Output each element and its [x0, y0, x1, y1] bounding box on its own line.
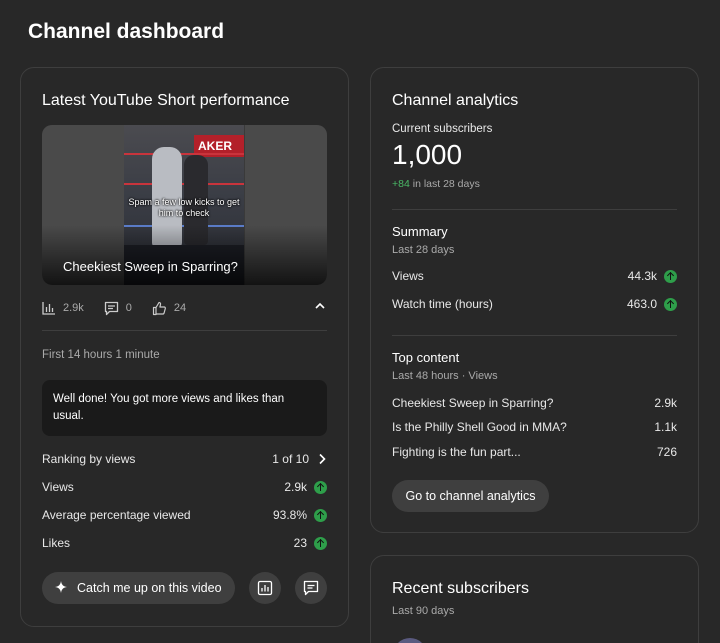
likes-stat: 24	[152, 301, 186, 316]
short-stats: 2.9k 0 24	[42, 297, 327, 319]
summary-period: Last 28 days	[392, 244, 455, 256]
subscribers-count: 1,000	[392, 139, 463, 170]
trend-up-icon	[314, 480, 327, 494]
subscribers-period: Last 90 days	[392, 605, 455, 617]
analytics-icon	[257, 580, 273, 596]
analytics-icon-button[interactable]	[249, 572, 281, 604]
chevron-right-icon	[319, 453, 326, 465]
avg-viewed-row: Average percentage viewed 93.8%	[42, 506, 327, 524]
comments-count: 0	[125, 302, 132, 314]
top-content-item[interactable]: Fighting is the fun part... 726	[392, 443, 677, 461]
channel-analytics-card: Channel analytics Current subscribers 1,…	[370, 67, 699, 533]
trend-up-icon	[664, 297, 677, 311]
trend-up-icon	[664, 269, 677, 283]
card-title: Recent subscribers	[392, 580, 529, 597]
top-content-item[interactable]: Cheekiest Sweep in Sparring? 2.9k	[392, 394, 677, 412]
divider	[392, 209, 677, 210]
likes-row: Likes 23	[42, 534, 327, 552]
comments-icon-button[interactable]	[295, 572, 327, 604]
likes-count: 24	[173, 302, 187, 314]
card-title: Latest YouTube Short performance	[42, 92, 290, 109]
summary-views-row: Views 44.3k	[392, 267, 677, 285]
comment-icon	[303, 580, 319, 596]
period-label: First 14 hours 1 minute	[42, 349, 160, 361]
thumbs-up-icon	[152, 301, 166, 315]
trend-up-icon	[314, 508, 327, 522]
subscribers-label: Current subscribers	[392, 123, 493, 135]
subscribers-delta: +84 in last 28 days	[392, 178, 480, 190]
trend-up-icon	[314, 536, 327, 550]
comments-stat: 0	[104, 301, 132, 316]
avatar[interactable]	[393, 638, 427, 643]
divider	[42, 330, 327, 331]
top-content-period: Last 48 hours · Views	[392, 370, 498, 382]
thumbnail-sign: AKER	[198, 139, 233, 153]
views-row: Views 2.9k	[42, 478, 327, 496]
views-count: 2.9k	[63, 302, 84, 314]
go-to-analytics-button[interactable]: Go to channel analytics	[392, 480, 549, 512]
chevron-up-icon[interactable]	[313, 299, 327, 313]
views-stat: 2.9k	[42, 301, 84, 315]
comment-icon	[104, 301, 118, 315]
top-content-title: Top content	[392, 350, 460, 365]
short-title: Cheekiest Sweep in Sparring?	[63, 259, 238, 274]
summary-watchtime-row: Watch time (hours) 463.0	[392, 295, 677, 313]
divider	[392, 335, 677, 336]
page-title: Channel dashboard	[28, 20, 225, 43]
top-content-item[interactable]: Is the Philly Shell Good in MMA? 1.1k	[392, 418, 677, 436]
sparkle-icon	[55, 581, 67, 593]
catch-up-button[interactable]: Catch me up on this video	[42, 572, 235, 604]
card-title: Channel analytics	[392, 92, 519, 109]
ranking-row[interactable]: Ranking by views 1 of 10	[42, 450, 327, 468]
short-thumbnail[interactable]: AKER Spam a few low kicks to get him to …	[42, 125, 327, 285]
performance-notice: Well done! You got more views and likes …	[42, 380, 327, 436]
summary-title: Summary	[392, 224, 448, 239]
recent-subscribers-card: Recent subscribers Last 90 days	[370, 555, 699, 643]
thumbnail-caption: Spam a few low kicks to get him to check	[128, 197, 240, 218]
bar-chart-icon	[42, 302, 55, 315]
latest-short-card: Latest YouTube Short performance AKER Sp…	[20, 67, 349, 627]
